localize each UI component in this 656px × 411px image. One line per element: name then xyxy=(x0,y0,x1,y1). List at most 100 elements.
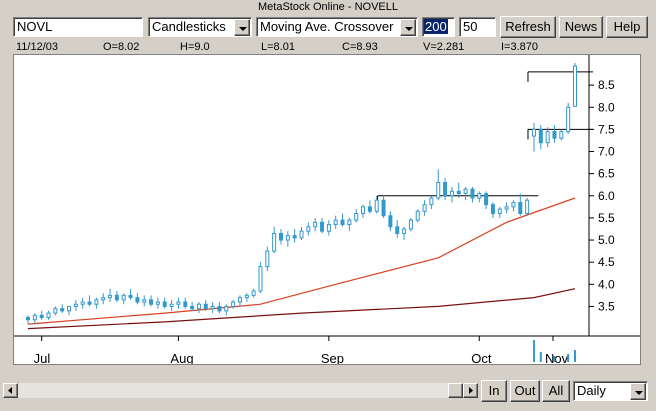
chevron-down-icon[interactable] xyxy=(234,19,250,36)
candle-body xyxy=(251,290,256,296)
candle-body xyxy=(470,188,475,199)
candle-body xyxy=(361,206,366,214)
y-tick-label: 5.5 xyxy=(598,211,615,225)
candle-body xyxy=(217,305,222,312)
candle-body xyxy=(367,206,372,212)
candle-body xyxy=(422,204,427,212)
candle-body xyxy=(183,301,188,307)
candle-body xyxy=(244,294,249,299)
candle-body xyxy=(531,128,536,137)
candle-body xyxy=(196,303,201,310)
help-button[interactable]: Help xyxy=(606,16,648,38)
zoom-in-button[interactable]: In xyxy=(481,380,507,402)
candle-body xyxy=(231,301,236,307)
candle-body xyxy=(46,312,51,319)
period-short-input[interactable]: 50 xyxy=(459,17,496,37)
candle-body xyxy=(128,294,133,299)
y-tick-label: 7.5 xyxy=(598,122,615,136)
candle-body xyxy=(408,219,413,230)
candle-body xyxy=(155,301,160,305)
price-chart[interactable]: 8.5 8.0 7.5 7.0 6.5 6.0 5.5 5.0 4.5 4.0 3.5 Jul Aug S… xyxy=(13,54,641,366)
volume-bar xyxy=(532,340,535,362)
candle-body xyxy=(477,193,482,199)
x-tick-label: Nov xyxy=(545,351,569,364)
volume-bar xyxy=(539,352,542,362)
chart-style-select[interactable]: Candlesticks xyxy=(148,17,252,37)
candle-body xyxy=(306,226,311,232)
info-interest: I=3.870 xyxy=(501,41,539,53)
candle-body xyxy=(162,301,167,307)
chevron-down-icon[interactable] xyxy=(630,383,646,400)
y-tick-label: 6.0 xyxy=(598,189,615,203)
zoom-all-button[interactable]: All xyxy=(542,380,570,402)
candle-body xyxy=(203,303,208,310)
candle-body xyxy=(53,308,58,314)
candle-body xyxy=(39,314,44,319)
candle-body xyxy=(436,182,441,199)
period-long-input[interactable]: 200 xyxy=(422,17,455,37)
info-date: 11/12/03 xyxy=(16,41,59,53)
candle-body xyxy=(278,232,283,241)
candle-body xyxy=(395,226,400,234)
info-high: H=9.0 xyxy=(180,41,210,53)
candle-body xyxy=(347,219,352,226)
window-title: MetaStock Online - NOVELL xyxy=(257,1,398,13)
candle-body xyxy=(142,299,147,303)
candle-body xyxy=(32,314,37,321)
x-tick-label: Aug xyxy=(170,351,193,364)
y-tick-label: 8.0 xyxy=(598,100,615,114)
candle-body xyxy=(511,201,516,208)
scroll-right-button[interactable] xyxy=(463,383,478,398)
candle-body xyxy=(374,199,379,212)
candle-body xyxy=(518,201,523,214)
candle-body xyxy=(388,215,393,228)
info-low: L=8.01 xyxy=(261,41,295,53)
y-tick-label: 5.0 xyxy=(598,233,615,247)
period-select[interactable]: Daily xyxy=(573,381,648,401)
candle-body xyxy=(320,221,325,232)
candle-body xyxy=(381,199,386,217)
candle-body xyxy=(26,317,30,321)
price-chart-svg: 8.5 8.0 7.5 7.0 6.5 6.0 5.5 5.0 4.5 4.0 3.5 Jul Aug S… xyxy=(14,55,640,366)
arrow-right-icon xyxy=(469,387,473,394)
candle-body xyxy=(237,297,242,303)
y-tick-label: 4.0 xyxy=(598,277,615,291)
candle-body xyxy=(292,235,297,239)
y-tick-label: 8.5 xyxy=(598,78,615,92)
candle-body xyxy=(490,204,495,214)
horizontal-scrollbar-track[interactable] xyxy=(18,383,461,398)
y-tick-label: 6.5 xyxy=(598,167,615,181)
y-tick-label: 3.5 xyxy=(598,299,615,313)
candle-body xyxy=(484,193,489,206)
candle-body xyxy=(94,299,99,305)
candle-body xyxy=(545,131,550,144)
candle-body xyxy=(73,303,78,307)
candle-body xyxy=(80,301,85,305)
candle-body xyxy=(443,182,448,197)
candle-body xyxy=(210,305,215,310)
candle-body xyxy=(313,221,318,228)
candle-body xyxy=(135,297,140,303)
candle-body xyxy=(101,297,106,301)
candle-body xyxy=(272,232,277,252)
refresh-button[interactable]: Refresh xyxy=(500,16,556,38)
scroll-thumb[interactable] xyxy=(448,383,463,398)
scroll-left-button[interactable] xyxy=(3,383,18,398)
candle-body xyxy=(87,301,92,305)
period-long-value: 200 xyxy=(424,19,448,34)
x-tick-label: Oct xyxy=(471,351,492,364)
indicator-select[interactable]: Moving Ave. Crossover xyxy=(256,17,418,37)
candle-body xyxy=(285,235,290,241)
info-close: C=8.93 xyxy=(342,41,378,53)
candle-body xyxy=(258,266,263,292)
chevron-down-icon[interactable] xyxy=(400,19,416,36)
zoom-out-button[interactable]: Out xyxy=(510,380,540,402)
candle-body xyxy=(552,131,557,139)
volume-bar xyxy=(574,350,576,362)
info-open: O=8.02 xyxy=(103,41,140,53)
symbol-input[interactable]: NOVL xyxy=(13,17,143,37)
news-button[interactable]: News xyxy=(559,16,603,38)
candle-body xyxy=(463,188,468,195)
volume-bar xyxy=(553,356,556,362)
candle-body xyxy=(299,230,304,239)
